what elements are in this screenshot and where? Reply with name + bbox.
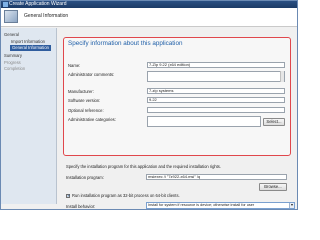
install-instruction: Specify the installation program for thi… — [66, 164, 221, 169]
name-label: Name: — [68, 63, 81, 68]
install-behavior-select[interactable]: Install for system if resource is device… — [146, 202, 295, 209]
optional-reference-field[interactable] — [147, 107, 285, 113]
admin-categories-label: Administrative categories: — [68, 117, 116, 122]
select-categories-button[interactable]: Select... — [263, 118, 285, 126]
sidebar-item-general-information[interactable]: General Information — [10, 45, 52, 51]
optional-reference-label: Optional reference: — [68, 108, 104, 113]
run-32bit-label: Run installation program as 32-bit proce… — [72, 193, 180, 198]
sidebar-item-general[interactable]: General — [4, 32, 19, 38]
manufacturer-field[interactable]: 7-zip systems — [147, 88, 285, 94]
software-version-field[interactable]: 9.22 — [147, 97, 285, 103]
admin-comments-label: Administrator comments: — [68, 72, 115, 77]
run-32bit-checkbox[interactable]: ✔ — [66, 193, 71, 198]
wizard-header: General Information — [1, 8, 297, 27]
installation-program-label: Installation program: — [66, 175, 104, 180]
checkmark-icon: ✔ — [67, 193, 71, 198]
chevron-down-icon: ▼ — [289, 203, 294, 208]
window-title: Create Application Wizard — [9, 1, 67, 7]
install-behavior-label: Install behavior: — [66, 204, 96, 209]
name-field[interactable]: 7-Zip 9.22 (x64 edition) — [147, 62, 285, 68]
admin-comments-field[interactable] — [147, 71, 285, 82]
installation-program-field[interactable]: msiexec /i "7z922-x64.msi" /q — [146, 174, 287, 180]
manufacturer-label: Manufacturer: — [68, 89, 94, 94]
software-version-label: Software version: — [68, 98, 101, 103]
page-title: General Information — [24, 13, 69, 19]
browse-button[interactable]: Browse... — [259, 183, 287, 191]
sidebar-item-completion: Completion — [4, 66, 26, 71]
wizard-steps-sidebar: General Import Information General Infor… — [1, 28, 57, 204]
install-behavior-value: Install for system if resource is device… — [148, 203, 255, 207]
title-bar: Create Application Wizard — [1, 1, 297, 8]
sidebar-item-summary[interactable]: Summary — [4, 53, 22, 59]
group-title: Specify information about this applicati… — [68, 40, 183, 47]
wizard-header-icon — [4, 10, 18, 23]
app-info-group: Specify information about this applicati… — [63, 37, 291, 156]
app-icon — [3, 2, 8, 7]
admin-categories-field[interactable] — [147, 116, 261, 127]
wizard-window: Create Application Wizard General Inform… — [0, 0, 298, 210]
wizard-content: Specify information about this applicati… — [58, 28, 297, 209]
admin-comments-scrollbar[interactable] — [280, 71, 284, 82]
